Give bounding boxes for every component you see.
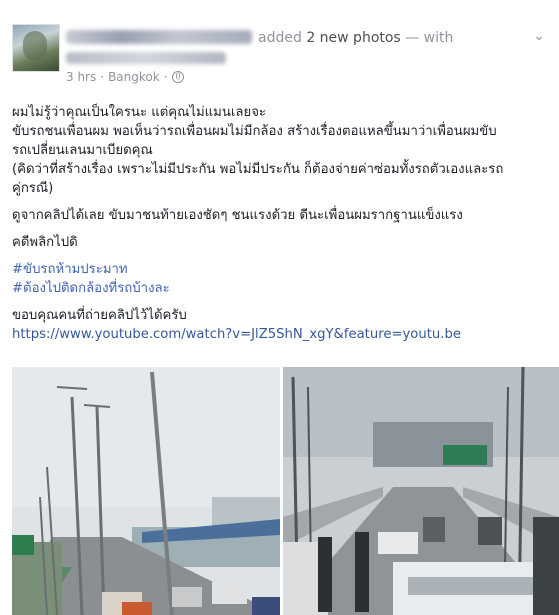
action-detail-link[interactable]: 2 new photos bbox=[306, 30, 400, 46]
post-line: คู่กรณี) bbox=[12, 181, 54, 196]
meta-separator: · bbox=[100, 70, 105, 84]
post-line: ดูจากคลิปได้เลย ขับมาชนท้ายเองชัดๆ ชนแรง… bbox=[12, 208, 463, 223]
hashtag-link[interactable]: #ต้องไปติดกล้องที่รถบ้างละ bbox=[12, 279, 547, 298]
photo-image bbox=[283, 367, 559, 615]
avatar[interactable] bbox=[12, 24, 60, 72]
post-line: รถเปลี่ยนเลนมาเบียดคุณ bbox=[12, 143, 153, 158]
author-name-redacted[interactable] bbox=[66, 30, 252, 44]
post-body: ผมไม่รู้ว่าคุณเป็นใครนะ แต่คุณไม่แมนเลยจ… bbox=[12, 103, 547, 344]
post-line: (คิดว่าที่สร้างเรื่อง เพราะไม่มีประกัน พ… bbox=[12, 162, 504, 177]
post-line: ขอบคุณคนที่ถ่ายคลิปไว้ได้ครับ bbox=[12, 308, 187, 323]
photo-accident-right[interactable] bbox=[283, 367, 559, 615]
feed-post: added 2 new photos — with 3 hrs · Bangko… bbox=[0, 0, 559, 615]
photo-image bbox=[12, 367, 280, 615]
post-line: คดีพลิกไปดิ bbox=[12, 235, 78, 250]
post-meta: 3 hrs · Bangkok · bbox=[66, 70, 526, 84]
post-header-line: added 2 new photos — with bbox=[66, 30, 526, 46]
meta-separator-2: · bbox=[163, 70, 168, 84]
post-line: ผมไม่รู้ว่าคุณเป็นใครนะ แต่คุณไม่แมนเลยจ… bbox=[12, 105, 267, 120]
post-header: added 2 new photos — with 3 hrs · Bangko… bbox=[66, 30, 526, 84]
chevron-down-icon[interactable]: ⌄ bbox=[533, 28, 545, 44]
tagged-friends-redacted[interactable] bbox=[66, 52, 226, 64]
with-text: — with bbox=[405, 30, 454, 46]
youtube-link[interactable]: https://www.youtube.com/watch?v=JlZ5ShN_… bbox=[12, 325, 547, 344]
post-location[interactable]: Bangkok bbox=[108, 70, 160, 84]
post-line: ขับรถชนเพื่อนผม พอเห็นว่ารถเพื่อนผมไม่มี… bbox=[12, 124, 497, 139]
post-time[interactable]: 3 hrs bbox=[66, 70, 96, 84]
globe-icon[interactable] bbox=[171, 71, 184, 83]
photo-highway-left[interactable] bbox=[12, 367, 280, 615]
author-action: added bbox=[258, 30, 302, 46]
hashtag-link[interactable]: #ขับรถห้ามประมาท bbox=[12, 260, 547, 279]
